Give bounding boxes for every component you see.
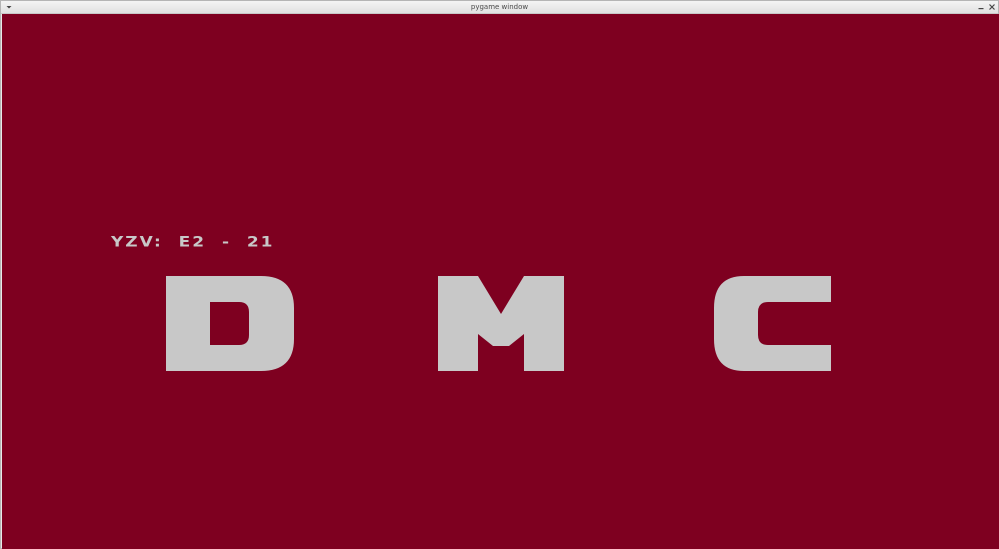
letter-m xyxy=(438,276,564,371)
game-canvas[interactable]: YZV: E2 - 21 xyxy=(2,14,999,549)
letter-d xyxy=(166,276,294,371)
close-icon[interactable] xyxy=(988,3,996,11)
hud-label: YZV: E2 - 21 xyxy=(111,234,275,251)
minimize-icon[interactable] xyxy=(977,3,985,11)
app-window: pygame window YZV: E2 - 21 xyxy=(0,0,999,549)
window-title: pygame window xyxy=(470,3,529,11)
title-bar[interactable]: pygame window xyxy=(1,1,998,14)
letter-c xyxy=(714,276,831,371)
